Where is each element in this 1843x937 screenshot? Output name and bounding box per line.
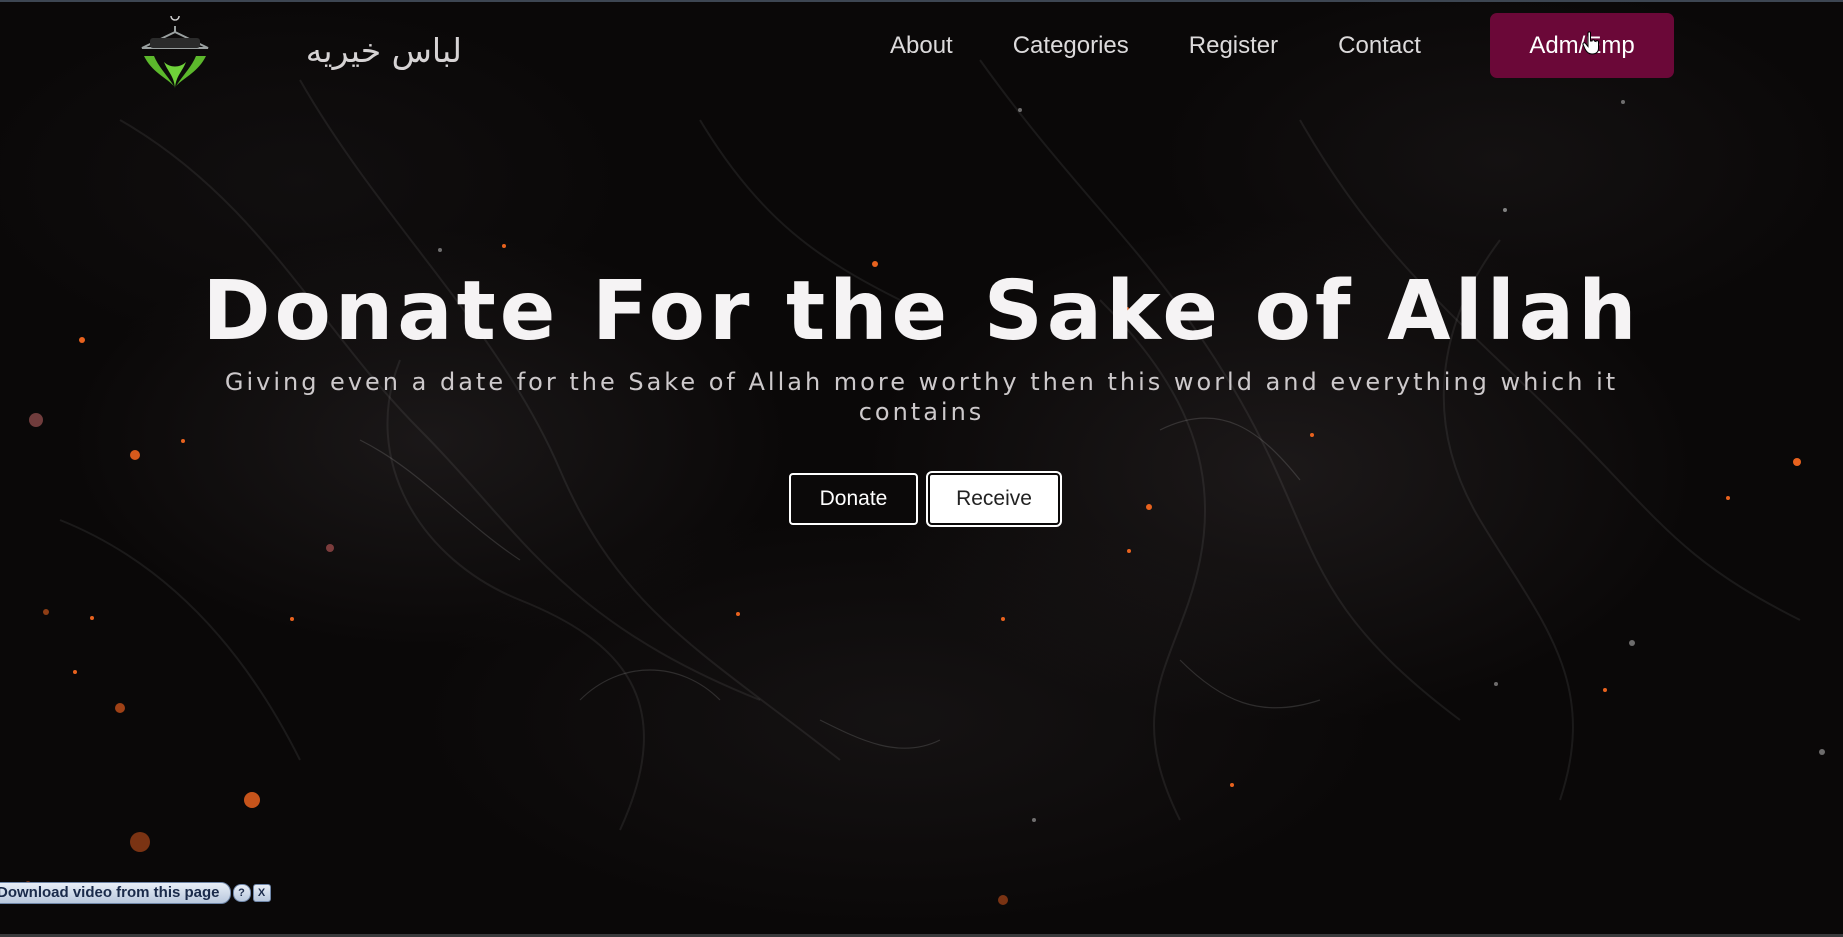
close-icon[interactable]: X (252, 884, 271, 902)
brand-title[interactable]: لباس خیریه (282, 28, 462, 74)
hero-subtitle: Giving even a date for the Sake of Allah… (224, 368, 1619, 426)
nav-register[interactable]: Register (1159, 15, 1308, 77)
page: لباس خیریه About Categories Register Con… (0, 0, 1843, 937)
charity-logo-icon[interactable] (134, 11, 216, 94)
video-download-toolbar: Download video from this page ? X (0, 881, 285, 905)
smoke-background (25, 59, 1825, 905)
nav-about[interactable]: About (860, 15, 983, 77)
nav-categories[interactable]: Categories (983, 15, 1159, 77)
main-nav: About Categories Register Contact (860, 13, 1451, 79)
nav-contact[interactable]: Contact (1308, 15, 1451, 77)
help-icon[interactable]: ? (232, 884, 251, 902)
hero-title: Donate For the Sake of Allah (202, 264, 1641, 359)
receive-button[interactable]: Receive (928, 473, 1060, 525)
hand-cursor-icon (1582, 31, 1599, 55)
donate-button[interactable]: Donate (789, 473, 918, 525)
download-video-link[interactable]: Download video from this page (0, 882, 231, 904)
